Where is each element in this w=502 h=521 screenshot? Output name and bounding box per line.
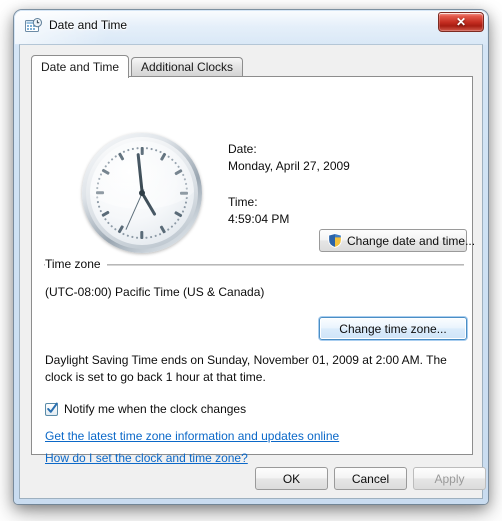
clock-face — [90, 141, 194, 245]
time-zone-group-divider — [44, 264, 464, 266]
apply-button: Apply — [413, 467, 486, 490]
date-value: Monday, April 27, 2009 — [228, 159, 350, 173]
checkbox-label: Notify me when the clock changes — [64, 402, 247, 416]
ok-button[interactable]: OK — [255, 467, 328, 490]
change-date-and-time-label: Change date and time... — [347, 233, 476, 248]
clock-center-cap — [139, 190, 145, 196]
tab-date-and-time[interactable]: Date and Time — [31, 55, 130, 78]
change-time-zone-button[interactable]: Change time zone... — [319, 317, 467, 340]
time-value: 4:59:04 PM — [228, 212, 290, 226]
time-zone-value: (UTC-08:00) Pacific Time (US & Canada) — [45, 285, 265, 299]
date-and-time-dialog: Date and Time ✕ Date and Time Additional… — [14, 10, 488, 504]
dialog-client-area: Date and Time Additional Clocks Date: Mo… — [19, 44, 486, 499]
cancel-button[interactable]: Cancel — [334, 467, 407, 490]
date-label: Date: — [228, 142, 257, 156]
link-how-to-set-clock[interactable]: How do I set the clock and time zone? — [45, 451, 248, 465]
time-zone-group-legend: Time zone — [45, 257, 107, 271]
window-title: Date and Time — [49, 18, 128, 32]
checkbox-box — [45, 402, 58, 416]
daylight-saving-text: Daylight Saving Time ends on Sunday, Nov… — [45, 353, 447, 384]
tab-panel-date-and-time: Date: Monday, April 27, 2009 Time: 4:59:… — [31, 76, 475, 465]
time-label: Time: — [228, 195, 258, 209]
calendar-clock-icon — [25, 18, 42, 35]
close-icon: ✕ — [455, 15, 467, 29]
analog-clock — [82, 133, 202, 253]
date-time-readout: Date: Monday, April 27, 2009 Time: 4:59:… — [228, 142, 350, 226]
notify-clock-changes-checkbox[interactable]: Notify me when the clock changes — [45, 402, 246, 416]
title-bar[interactable]: Date and Time ✕ — [14, 10, 488, 44]
checkmark-icon — [47, 402, 58, 415]
tab-additional-clocks[interactable]: Additional Clocks — [131, 57, 244, 77]
uac-shield-icon — [328, 233, 342, 248]
tabstrip: Date and Time Additional Clocks — [31, 55, 473, 78]
close-button[interactable]: ✕ — [438, 12, 484, 32]
link-timezone-info[interactable]: Get the latest time zone information and… — [45, 429, 339, 443]
change-date-and-time-button[interactable]: Change date and time... — [319, 229, 475, 252]
